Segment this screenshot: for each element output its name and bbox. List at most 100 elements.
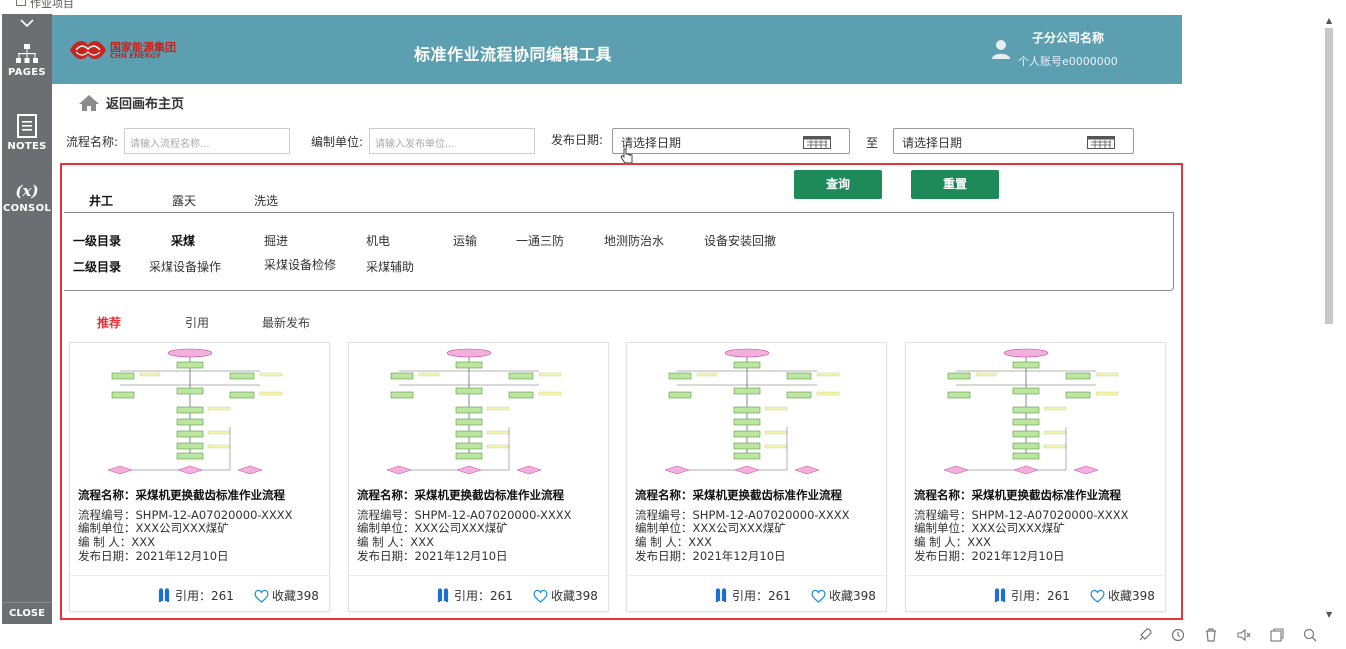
trash-icon[interactable] bbox=[1202, 627, 1219, 643]
query-button[interactable]: 查询 bbox=[794, 170, 882, 199]
card-thumbnail[interactable] bbox=[359, 347, 599, 479]
process-card[interactable]: 流程名称：采煤机更换截齿标准作业流程 流程编号：SHPM-12-A0702000… bbox=[626, 342, 887, 612]
favorite-button[interactable]: 收藏398 bbox=[1090, 587, 1155, 604]
cite-icon bbox=[158, 587, 170, 602]
cite-button[interactable]: 引用：261 bbox=[437, 587, 513, 604]
project-checkbox-label: 作业项目 bbox=[30, 0, 74, 10]
history-icon[interactable] bbox=[1169, 627, 1186, 643]
cite-count: 引用：261 bbox=[454, 589, 513, 603]
cite-button[interactable]: 引用：261 bbox=[158, 587, 234, 604]
console-button[interactable]: (x) CONSOL bbox=[2, 182, 52, 214]
subcategory-item-maintenance[interactable]: 采煤设备检修 bbox=[264, 256, 336, 273]
publish-date-label: 发布日期: bbox=[551, 133, 604, 147]
scroll-thumb[interactable] bbox=[1325, 28, 1333, 324]
category-item-geology[interactable]: 地测防治水 bbox=[604, 232, 664, 249]
category-item-electromech[interactable]: 机电 bbox=[366, 232, 390, 249]
category-box: 一级目录 采煤 掘进 机电 运输 一通三防 地测防治水 设备安装回撤 二级目录 … bbox=[64, 212, 1174, 291]
date-to-text: 请选择日期 bbox=[902, 136, 963, 150]
card-thumbnail[interactable] bbox=[637, 347, 877, 479]
home-icon bbox=[79, 94, 99, 111]
card-unit: 编制单位：XXX公司XXX煤矿 bbox=[914, 521, 1065, 535]
date-to-picker[interactable]: 请选择日期 bbox=[893, 128, 1134, 154]
logo-mark-icon bbox=[70, 40, 106, 60]
process-card[interactable]: 流程名称：采煤机更换截齿标准作业流程 流程编号：SHPM-12-A0702000… bbox=[905, 342, 1166, 612]
subcategory-item-auxiliary[interactable]: 采煤辅助 bbox=[366, 258, 414, 275]
notes-button[interactable]: NOTES bbox=[2, 114, 52, 152]
card-unit: 编制单位：XXX公司XXX煤矿 bbox=[78, 521, 229, 535]
sitemap-icon bbox=[16, 44, 38, 63]
card-title[interactable]: 流程名称：采煤机更换截齿标准作业流程 bbox=[635, 487, 842, 503]
card-author: 编 制 人：XXX bbox=[635, 535, 712, 549]
tab-latest[interactable]: 最新发布 bbox=[262, 314, 310, 331]
pages-button[interactable]: PAGES bbox=[2, 44, 52, 78]
level2-label: 二级目录 bbox=[73, 260, 122, 274]
logo-en-text: CHN ENERGY bbox=[110, 52, 161, 60]
hand-cursor-icon bbox=[620, 148, 633, 164]
date-from-picker[interactable]: 请选择日期 bbox=[612, 128, 850, 154]
category-item-mining[interactable]: 采煤 bbox=[171, 232, 195, 249]
notes-label: NOTES bbox=[7, 141, 47, 152]
process-name-label: 流程名称: bbox=[66, 135, 119, 149]
tab-underground[interactable]: 井工 bbox=[89, 192, 113, 209]
card-process-code: 流程编号：SHPM-12-A07020000-XXXX bbox=[357, 508, 572, 522]
card-title[interactable]: 流程名称：采煤机更换截齿标准作业流程 bbox=[78, 487, 285, 503]
card-footer: 引用：261 收藏398 bbox=[70, 575, 329, 611]
flowchart-thumbnail bbox=[107, 348, 283, 475]
tab-recommended[interactable]: 推荐 bbox=[97, 314, 121, 331]
favorite-count: 收藏398 bbox=[1108, 589, 1155, 603]
tab-washing[interactable]: 洗选 bbox=[254, 192, 278, 209]
card-publish-date: 发布日期：2021年12月10日 bbox=[635, 549, 786, 563]
scroll-down-icon[interactable]: ▼ bbox=[1326, 610, 1332, 619]
tab-most-cited[interactable]: 引用 bbox=[185, 314, 209, 331]
back-home-label: 返回画布主页 bbox=[106, 97, 185, 112]
chn-energy-logo: 国家能源集团 CHN ENERGY bbox=[68, 35, 188, 65]
collapse-chevron-icon[interactable] bbox=[2, 14, 52, 32]
unit-input[interactable]: 请输入发布单位... bbox=[369, 128, 535, 154]
reset-button[interactable]: 重置 bbox=[911, 170, 999, 199]
heart-icon bbox=[533, 589, 548, 603]
user-icon[interactable] bbox=[992, 39, 1010, 59]
search-icon[interactable] bbox=[1301, 627, 1318, 643]
card-process-code: 流程编号：SHPM-12-A07020000-XXXX bbox=[78, 508, 293, 522]
card-publish-date: 发布日期：2021年12月10日 bbox=[78, 549, 229, 563]
card-thumbnail[interactable] bbox=[916, 347, 1156, 479]
cite-button[interactable]: 引用：261 bbox=[715, 587, 791, 604]
account-id: 个人账号e0000000 bbox=[1018, 55, 1118, 68]
back-home-link[interactable]: 返回画布主页 bbox=[78, 93, 184, 112]
card-title[interactable]: 流程名称：采煤机更换截齿标准作业流程 bbox=[914, 487, 1121, 503]
card-thumbnail[interactable] bbox=[80, 347, 320, 479]
library-panel: 井工 露天 洗选 查询 重置 一级目录 采煤 掘进 机电 运输 一通三防 地测防… bbox=[60, 163, 1183, 620]
cite-icon bbox=[715, 587, 727, 602]
favorite-button[interactable]: 收藏398 bbox=[811, 587, 876, 604]
card-author: 编 制 人：XXX bbox=[357, 535, 434, 549]
category-item-ventilation[interactable]: 一通三防 bbox=[516, 232, 564, 249]
process-name-input[interactable]: 请输入流程名称... bbox=[124, 128, 290, 154]
favorite-button[interactable]: 收藏398 bbox=[254, 587, 319, 604]
tab-open-pit[interactable]: 露天 bbox=[172, 192, 196, 209]
category-item-installation[interactable]: 设备安装回撤 bbox=[704, 232, 776, 249]
category-item-tunneling[interactable]: 掘进 bbox=[264, 232, 288, 249]
category-item-transport[interactable]: 运输 bbox=[453, 232, 477, 249]
card-footer: 引用：261 收藏398 bbox=[906, 575, 1165, 611]
app-header: 国家能源集团 CHN ENERGY 标准作业流程协同编辑工具 子分公司名称 个人… bbox=[52, 15, 1182, 84]
process-card[interactable]: 流程名称：采煤机更换截齿标准作业流程 流程编号：SHPM-12-A0702000… bbox=[69, 342, 330, 612]
rocket-icon[interactable] bbox=[1136, 627, 1153, 643]
window-icon[interactable] bbox=[1268, 627, 1285, 643]
subcategory-item-operation[interactable]: 采煤设备操作 bbox=[149, 258, 221, 275]
bottom-toolbar bbox=[1136, 626, 1336, 644]
cite-button[interactable]: 引用：261 bbox=[994, 587, 1070, 604]
scroll-up-icon[interactable]: ▲ bbox=[1326, 16, 1332, 25]
project-checkbox[interactable] bbox=[16, 0, 26, 6]
process-card[interactable]: 流程名称：采煤机更换截齿标准作业流程 流程编号：SHPM-12-A0702000… bbox=[348, 342, 609, 612]
vertical-scrollbar[interactable]: ▲ ▼ bbox=[1321, 14, 1339, 624]
console-label: CONSOL bbox=[2, 203, 52, 214]
pages-label: PAGES bbox=[8, 67, 46, 78]
favorite-count: 收藏398 bbox=[272, 589, 319, 603]
card-title[interactable]: 流程名称：采煤机更换截齿标准作业流程 bbox=[357, 487, 564, 503]
speaker-icon[interactable] bbox=[1235, 627, 1252, 643]
card-process-code: 流程编号：SHPM-12-A07020000-XXXX bbox=[635, 508, 850, 522]
close-button[interactable]: CLOSE bbox=[2, 602, 52, 624]
favorite-button[interactable]: 收藏398 bbox=[533, 587, 598, 604]
date-to-separator: 至 bbox=[866, 136, 879, 150]
card-unit: 编制单位：XXX公司XXX煤矿 bbox=[635, 521, 786, 535]
